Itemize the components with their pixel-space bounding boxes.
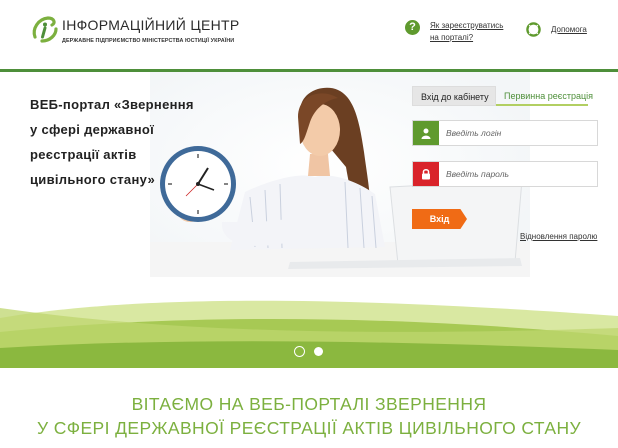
portal-title-line: ВЕБ-портал «Звернення: [30, 97, 194, 112]
org-title: ІНФОРМАЦІЙНИЙ ЦЕНТР: [62, 17, 240, 33]
question-icon: ?: [405, 20, 420, 35]
decorative-waves: [0, 298, 618, 368]
portal-title-line: у сфері державної: [30, 122, 155, 137]
welcome-heading: ВІТАЄМО НА ВЕБ-ПОРТАЛІ ЗВЕРНЕННЯ У СФЕРІ…: [0, 392, 618, 440]
password-field: [412, 161, 598, 187]
logo-icon[interactable]: [30, 15, 58, 43]
portal-title-line: реєстрації актів: [30, 147, 137, 162]
recover-password-link[interactable]: Відновлення паролю: [520, 232, 597, 241]
how-to-register-line2: на порталі?: [430, 33, 474, 42]
login-tabs: Вхід до кабінету Первинна реєстрація: [412, 86, 593, 106]
login-button[interactable]: Вхід: [412, 209, 467, 229]
hero-banner: ВЕБ-портал «Звернення у сфері державної …: [0, 72, 618, 368]
carousel-dot-1[interactable]: [294, 346, 305, 357]
how-to-register-link[interactable]: Як зареєструватись на порталі?: [430, 20, 510, 44]
login-field: [412, 120, 598, 146]
help-link[interactable]: Допомога: [551, 25, 587, 34]
carousel-dot-2[interactable]: [314, 347, 323, 356]
support: Допомога: [526, 22, 587, 37]
password-input[interactable]: [439, 162, 597, 186]
user-icon: [413, 121, 439, 145]
site-header: ІНФОРМАЦІЙНИЙ ЦЕНТР ДЕРЖАВНЕ ПІДПРИЄМСТВ…: [0, 0, 618, 70]
org-subtitle: ДЕРЖАВНЕ ПІДПРИЄМСТВО МІНІСТЕРСТВА ЮСТИЦ…: [62, 38, 235, 44]
portal-title-line: цивільного стану»: [30, 172, 155, 187]
tab-register[interactable]: Первинна реєстрація: [496, 86, 593, 106]
lock-icon: [413, 162, 439, 186]
how-to-register-line1: Як зареєструватись: [430, 21, 504, 30]
welcome-line-2: У СФЕРІ ДЕРЖАВНОЇ РЕЄСТРАЦІЇ АКТІВ ЦИВІЛ…: [36, 418, 582, 438]
tab-login[interactable]: Вхід до кабінету: [412, 86, 496, 106]
portal-title: ВЕБ-портал «Звернення у сфері державної …: [30, 92, 215, 192]
registration-help: ? Як зареєструватись на порталі?: [405, 20, 510, 44]
welcome-line-1: ВІТАЄМО НА ВЕБ-ПОРТАЛІ ЗВЕРНЕННЯ: [131, 394, 487, 414]
login-input[interactable]: [439, 121, 597, 145]
lifebuoy-icon: [526, 22, 541, 37]
